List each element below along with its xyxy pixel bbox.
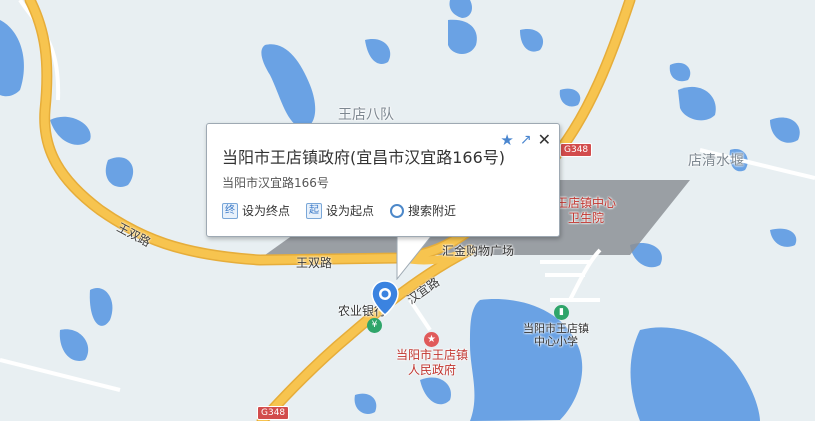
road-label: 王双路 <box>296 256 333 270</box>
search-nearby-button[interactable]: 搜索附近 <box>390 202 456 219</box>
location-pin-icon[interactable] <box>370 280 400 316</box>
poi-label-line: 当阳市王店镇 <box>396 348 469 362</box>
location-popup: ★ ↗ ✕ 当阳市王店镇政府(宜昌市汉宜路166号) 当阳市汉宜路166号 终 … <box>206 123 560 237</box>
map-canvas[interactable]: 王店八队 店清水堰 王双路 王双路 汉宜路 G348 G348 王店镇中心 卫生… <box>0 0 815 421</box>
search-nearby-label: 搜索附近 <box>408 204 457 218</box>
poi-school-label[interactable]: 当阳市王店镇 中心小学 <box>523 322 589 348</box>
set-origin-label: 设为起点 <box>326 204 375 218</box>
school-icon[interactable]: ▮ <box>554 305 569 320</box>
poi-label-line: 卫生院 <box>568 211 605 225</box>
poi-label-line: 中心小学 <box>534 335 578 348</box>
share-icon[interactable]: ↗ <box>520 132 532 148</box>
area-label: 店清水堰 <box>688 153 744 169</box>
set-destination-button[interactable]: 终 设为终点 <box>222 202 290 219</box>
set-origin-button[interactable]: 起 设为起点 <box>306 202 374 219</box>
poi-government-label[interactable]: 当阳市王店镇 人民政府 <box>396 348 468 378</box>
popup-pointer <box>396 234 434 280</box>
destination-icon: 终 <box>222 202 238 219</box>
route-shield: G348 <box>560 143 593 157</box>
search-icon <box>390 203 405 218</box>
popup-toolbar: ★ ↗ ✕ <box>500 130 551 149</box>
poi-hospital-label[interactable]: 王店镇中心 卫生院 <box>556 196 616 226</box>
poi-label-line: 人民政府 <box>408 363 457 377</box>
popup-address: 当阳市汉宜路166号 <box>222 176 329 190</box>
poi-mall-label[interactable]: 汇金购物广场 <box>442 242 514 259</box>
poi-label-line: 当阳市王店镇 <box>523 322 589 335</box>
bank-icon[interactable]: ¥ <box>367 318 382 333</box>
origin-icon: 起 <box>306 202 323 219</box>
close-icon[interactable]: ✕ <box>538 130 551 149</box>
set-destination-label: 设为终点 <box>242 204 291 218</box>
area-label: 王店八队 <box>338 107 394 123</box>
popup-actions: 终 设为终点 起 设为起点 搜索附近 <box>222 202 456 219</box>
route-shield: G348 <box>257 406 290 420</box>
popup-title: 当阳市王店镇政府(宜昌市汉宜路166号) <box>222 148 506 167</box>
poi-label-line: 王店镇中心 <box>556 196 617 210</box>
government-star-icon[interactable]: ★ <box>424 332 439 347</box>
